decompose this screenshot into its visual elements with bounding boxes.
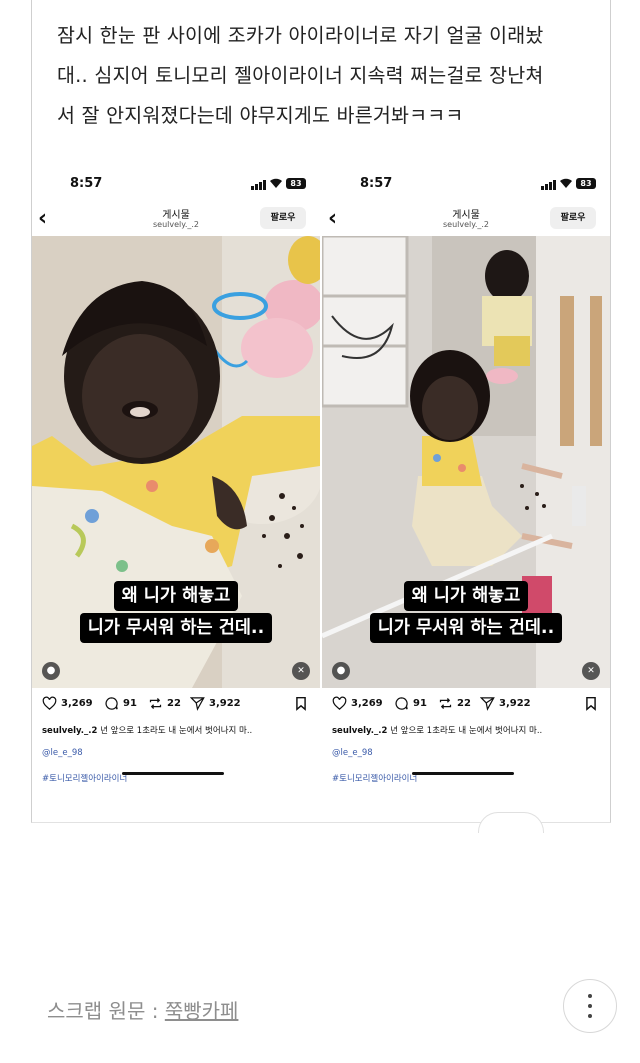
comment-action[interactable]: 91 — [394, 696, 427, 711]
mute-icon[interactable]: ✕ — [292, 662, 310, 680]
action-bar: 3,269 91 22 3,922 — [332, 696, 600, 716]
source-line: 스크랩 원문 : 쭉빵카페 — [47, 995, 238, 1024]
heart-icon — [42, 696, 57, 710]
post-card: 잠시 한눈 판 사이에 조카가 아이라이너로 자기 얼굴 이래놨 대.. 심지어… — [31, 0, 611, 823]
signal-icon — [251, 180, 266, 190]
repost-count: 22 — [457, 698, 471, 709]
instagram-screenshot-right: 8:57 83 ‹ 게시물 seulvely._.2 팔로우 왜 니가 해놓고 … — [322, 168, 610, 784]
comment-icon — [105, 697, 118, 710]
comment-action[interactable]: 91 — [104, 696, 137, 711]
bookmark-icon[interactable] — [584, 696, 598, 711]
follow-button[interactable]: 팔로우 — [260, 207, 306, 229]
post-text: 잠시 한눈 판 사이에 조카가 아이라이너로 자기 얼굴 이래놨 대.. 심지어… — [57, 24, 544, 127]
action-bar: 3,269 91 22 3,922 — [42, 696, 310, 716]
follow-button[interactable]: 팔로우 — [550, 207, 596, 229]
caption-line-2: 니가 무서워 하는 건데.. — [79, 613, 273, 643]
caption-line-1: 왜 니가 해놓고 — [403, 581, 529, 611]
post-description: seulvely._.2 년 앞으로 1초라도 내 눈에서 벗어나지 마.. — [332, 724, 604, 736]
send-icon — [480, 697, 495, 711]
repost-count: 22 — [167, 698, 181, 709]
more-vertical-icon[interactable] — [563, 979, 617, 1033]
comment-count: 91 — [123, 698, 137, 709]
source-link[interactable]: 쭉빵카페 — [165, 999, 239, 1023]
heart-icon — [332, 696, 347, 710]
like-action[interactable]: 3,269 — [332, 696, 383, 711]
like-count: 3,269 — [61, 698, 93, 709]
floating-button-edge[interactable] — [478, 812, 544, 833]
repost-action[interactable]: 22 — [148, 696, 181, 711]
post-photo[interactable]: 왜 니가 해놓고 니가 무서워 하는 건데.. ● ✕ — [32, 236, 320, 688]
description-user[interactable]: seulvely._.2 — [332, 726, 387, 736]
repost-icon — [439, 698, 452, 709]
send-icon — [190, 697, 205, 711]
share-count: 3,922 — [499, 698, 531, 709]
mention-link[interactable]: @le_e_98 — [332, 748, 373, 758]
comment-icon — [395, 697, 408, 710]
wifi-icon — [560, 178, 572, 188]
status-bar: 8:57 83 — [322, 176, 610, 196]
bookmark-icon[interactable] — [294, 696, 308, 711]
hashtag-link[interactable]: #토니모리젤아이라이너 — [332, 772, 417, 784]
mention-link[interactable]: @le_e_98 — [42, 748, 83, 758]
caption-line-1: 왜 니가 해놓고 — [113, 581, 239, 611]
post-photo[interactable]: 왜 니가 해놓고 니가 무서워 하는 건데.. ● ✕ — [322, 236, 610, 688]
description-text: 년 앞으로 1초라도 내 눈에서 벗어나지 마.. — [390, 726, 543, 736]
like-count: 3,269 — [351, 698, 383, 709]
post-description: seulvely._.2 년 앞으로 1초라도 내 눈에서 벗어나지 마.. — [42, 724, 314, 736]
wifi-icon — [270, 178, 282, 188]
instagram-screenshot-left: 8:57 83 ‹ 게시물 seulvely._.2 팔로우 왜 니가 해놓고 … — [32, 168, 320, 784]
status-bar: 8:57 83 — [32, 176, 320, 196]
like-action[interactable]: 3,269 — [42, 696, 93, 711]
share-count: 3,922 — [209, 698, 241, 709]
repost-icon — [149, 698, 162, 709]
source-prefix: 스크랩 원문 : — [47, 999, 165, 1023]
scroll-indicator — [122, 772, 224, 775]
description-text: 년 앞으로 1초라도 내 눈에서 벗어나지 마.. — [100, 726, 253, 736]
person-icon[interactable]: ● — [332, 662, 350, 680]
description-user[interactable]: seulvely._.2 — [42, 726, 97, 736]
hashtag-link[interactable]: #토니모리젤아이라이너 — [42, 772, 127, 784]
battery-icon: 83 — [286, 178, 306, 189]
share-action[interactable]: 3,922 — [190, 696, 241, 711]
ig-header: ‹ 게시물 seulvely._.2 팔로우 — [32, 204, 320, 236]
share-action[interactable]: 3,922 — [480, 696, 531, 711]
repost-action[interactable]: 22 — [438, 696, 471, 711]
person-icon[interactable]: ● — [42, 662, 60, 680]
status-time: 8:57 — [70, 176, 103, 191]
comment-count: 91 — [413, 698, 427, 709]
signal-icon — [541, 180, 556, 190]
status-time: 8:57 — [360, 176, 393, 191]
video-caption: 왜 니가 해놓고 니가 무서워 하는 건데.. — [322, 581, 610, 643]
scroll-indicator — [412, 772, 514, 775]
ig-header: ‹ 게시물 seulvely._.2 팔로우 — [322, 204, 610, 236]
mute-icon[interactable]: ✕ — [582, 662, 600, 680]
caption-line-2: 니가 무서워 하는 건데.. — [369, 613, 563, 643]
battery-icon: 83 — [576, 178, 596, 189]
video-caption: 왜 니가 해놓고 니가 무서워 하는 건데.. — [32, 581, 320, 643]
